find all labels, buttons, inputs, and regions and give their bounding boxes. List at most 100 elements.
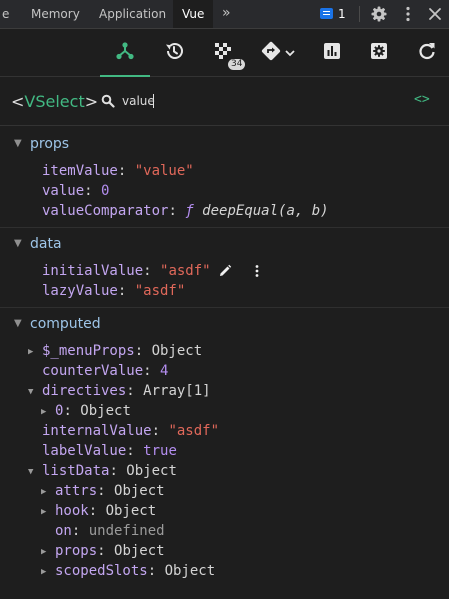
open-in-editor-icon[interactable]: <> (414, 92, 430, 107)
state-key: scopedSlots (55, 563, 148, 579)
toolbar-divider (359, 6, 360, 22)
state-key: lazyValue (42, 283, 118, 299)
props-section-title: props (30, 136, 70, 152)
state-key: on (55, 523, 72, 539)
settings-icon (368, 40, 390, 66)
state-row[interactable]: labelValue: true (42, 441, 177, 461)
state-key: hook (55, 503, 89, 519)
state-row[interactable]: ▶ scopedSlots: Object (41, 561, 215, 581)
timeline-tab[interactable] (154, 33, 194, 73)
state-value: deepEqual(a, b) (202, 203, 329, 219)
state-row[interactable]: ▶ $_menuProps: Object (28, 341, 202, 361)
issues-icon (320, 8, 333, 19)
state-row[interactable]: itemValue: "value" (42, 161, 194, 181)
text-cursor (153, 94, 154, 108)
function-symbol: ƒ (185, 203, 194, 219)
issues-count: 1 (338, 7, 346, 21)
expand-arrow-icon[interactable]: ▶ (41, 502, 55, 522)
state-key: internalValue (42, 423, 152, 439)
state-row[interactable]: internalValue: "asdf" (42, 421, 219, 441)
tab-truncated[interactable]: e (0, 0, 13, 28)
refresh-tab[interactable] (407, 33, 447, 73)
state-row[interactable]: lazyValue: "asdf" (42, 281, 185, 301)
close-devtools-icon[interactable] (425, 4, 445, 24)
state-key: props (55, 543, 98, 559)
data-section-header[interactable]: ▼ data (14, 236, 62, 252)
state-value: Array[1] (143, 383, 211, 399)
expand-arrow-icon[interactable]: ▶ (28, 342, 42, 362)
events-tab[interactable]: 34 (203, 33, 246, 73)
collapse-arrow-icon: ▼ (14, 138, 22, 149)
state-value: Object (126, 463, 177, 479)
state-value: Object (114, 543, 165, 559)
search-icon (101, 93, 115, 112)
data-section-title: data (30, 236, 62, 252)
state-value: Object (80, 403, 131, 419)
state-row[interactable]: ▶ hook: Object (41, 501, 156, 521)
state-key: initialValue (42, 263, 144, 279)
computed-section-header[interactable]: ▼ computed (14, 316, 101, 332)
state-row[interactable]: ▶ props: Object (41, 541, 165, 561)
tab-vue[interactable]: Vue (173, 0, 214, 28)
history-icon (163, 40, 185, 66)
inspector-header: <VSelect> <> (0, 78, 449, 126)
state-row[interactable]: ▶ 0: Object (41, 401, 131, 421)
state-value: 4 (160, 363, 169, 379)
collapse-arrow-icon[interactable]: ▼ (28, 382, 42, 402)
devtools-tab-bar: e Memory Application Vue » 1 (0, 0, 449, 29)
state-key: listData (42, 463, 110, 479)
state-value: undefined (88, 523, 165, 539)
state-value: "asdf" (160, 263, 211, 279)
state-value: true (143, 443, 177, 459)
edit-pencil-icon[interactable] (217, 263, 233, 279)
collapse-arrow-icon: ▼ (14, 238, 22, 249)
events-count-badge: 34 (228, 59, 246, 70)
state-value: Object (164, 563, 216, 579)
component-open-bracket: < (11, 92, 25, 111)
state-value: "asdf" (134, 283, 186, 299)
state-row[interactable]: counterValue: 4 (42, 361, 168, 381)
state-key: directives (42, 383, 127, 399)
routing-tab[interactable] (252, 33, 304, 73)
performance-tab[interactable] (312, 33, 352, 73)
state-value: Object (151, 343, 203, 359)
selected-component-name: <VSelect> (11, 92, 98, 111)
state-row[interactable]: ▼ listData: Object (28, 461, 177, 481)
vue-toolbar: 34 (0, 29, 449, 77)
state-value: "asdf" (168, 423, 220, 439)
settings-tab[interactable] (359, 33, 399, 73)
collapse-arrow-icon: ▼ (14, 318, 22, 329)
state-row[interactable]: initialValue: "asdf" (42, 261, 211, 281)
expand-arrow-icon[interactable]: ▶ (41, 402, 55, 422)
state-key: valueComparator (42, 203, 169, 219)
tab-memory[interactable]: Memory (23, 0, 88, 28)
more-tabs-button[interactable]: » (222, 0, 231, 28)
settings-gear-icon[interactable] (369, 4, 389, 24)
more-options-icon[interactable] (398, 4, 418, 24)
state-row[interactable]: on: undefined (55, 521, 165, 541)
bar-chart-icon (321, 40, 343, 66)
collapse-arrow-icon[interactable]: ▼ (28, 462, 42, 482)
row-menu-icon[interactable] (249, 263, 265, 279)
state-key: attrs (55, 483, 98, 499)
state-row[interactable]: value: 0 (42, 181, 109, 201)
state-key: counterValue (42, 363, 144, 379)
state-key: $_menuProps (42, 343, 135, 359)
props-section-header[interactable]: ▼ props (14, 136, 69, 152)
expand-arrow-icon[interactable]: ▶ (41, 542, 55, 562)
state-row[interactable]: ▼ directives: Array[1] (28, 381, 211, 401)
chevron-down-icon (284, 44, 296, 63)
routing-diamond-icon (260, 40, 282, 66)
expand-arrow-icon[interactable]: ▶ (41, 562, 55, 582)
state-value: 0 (101, 183, 110, 199)
tab-application[interactable]: Application (90, 0, 175, 28)
section-divider (0, 227, 449, 228)
components-tab[interactable] (100, 33, 150, 77)
state-filter-input[interactable] (122, 91, 372, 111)
state-row[interactable]: ▶ attrs: Object (41, 481, 165, 501)
state-key: itemValue (42, 163, 118, 179)
state-row[interactable]: valueComparator: ƒ deepEqual(a, b) (42, 201, 329, 221)
component-close-bracket: > (84, 92, 99, 111)
state-value: Object (114, 483, 165, 499)
expand-arrow-icon[interactable]: ▶ (41, 482, 55, 502)
